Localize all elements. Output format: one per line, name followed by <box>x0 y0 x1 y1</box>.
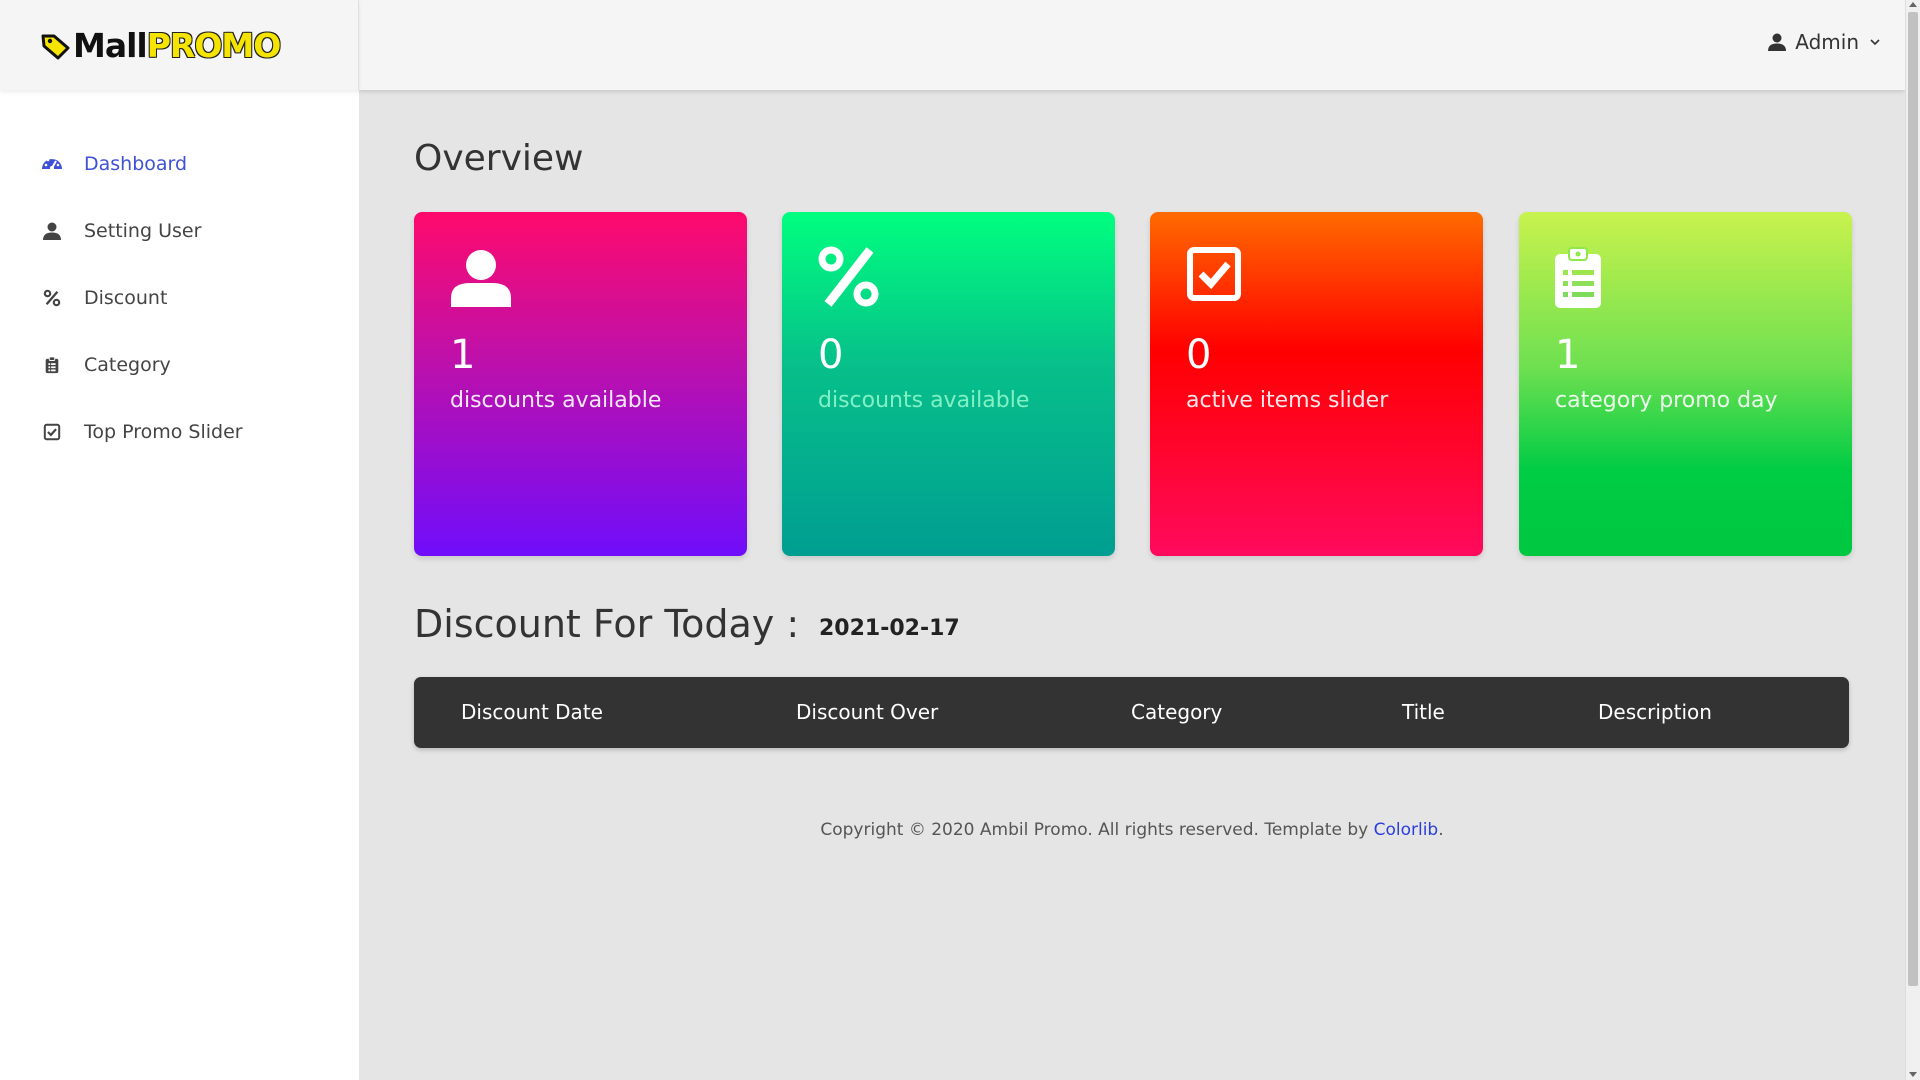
stat-label: discounts available <box>818 388 1030 413</box>
user-icon <box>451 250 511 307</box>
price-tag-icon <box>41 34 70 60</box>
user-icon <box>40 219 64 243</box>
scrollbar-thumb[interactable] <box>1908 12 1918 986</box>
stat-value: 1 <box>450 332 476 378</box>
logo-panel: MallPROMO <box>0 0 359 90</box>
sidebar-item-label: Discount <box>84 287 168 309</box>
brand-logo[interactable]: MallPROMO <box>40 26 282 65</box>
sidebar-item-top-promo-slider[interactable]: Top Promo Slider <box>40 420 243 444</box>
column-header-description[interactable]: Description <box>1598 700 1712 724</box>
colorlib-link[interactable]: Colorlib <box>1374 820 1439 840</box>
percent-icon <box>40 286 64 310</box>
column-header-category[interactable]: Category <box>1131 700 1222 724</box>
percent-icon <box>818 246 879 307</box>
stat-label: discounts available <box>450 388 662 413</box>
clipboard-list-icon <box>1555 247 1601 308</box>
column-header-discount-date[interactable]: Discount Date <box>461 700 603 724</box>
stat-value: 0 <box>818 332 844 378</box>
main-content: Overview 1 discounts available 0 discoun… <box>359 90 1905 1080</box>
sidebar: Dashboard Setting User Discount Category… <box>0 90 359 1080</box>
stat-card-discounts-available[interactable]: 1 discounts available <box>414 212 747 556</box>
sidebar-item-setting-user[interactable]: Setting User <box>40 219 201 243</box>
clipboard-list-icon <box>40 353 64 377</box>
top-header: Admin <box>359 0 1905 90</box>
footer-copyright: Copyright © 2020 Ambil Promo. All rights… <box>820 820 1374 840</box>
brand-name: MallPROMO <box>73 26 282 65</box>
sidebar-item-label: Setting User <box>84 220 202 242</box>
page-scrollbar[interactable] <box>1905 0 1920 1080</box>
brand-name-part2: PROMO <box>146 26 282 65</box>
admin-name: Admin <box>1795 30 1859 54</box>
stat-value: 1 <box>1555 332 1581 378</box>
sidebar-item-label: Category <box>84 354 171 376</box>
stat-label: active items slider <box>1186 388 1389 413</box>
dashboard-icon <box>40 152 64 176</box>
sidebar-item-label: Dashboard <box>84 153 188 175</box>
sidebar-item-dashboard[interactable]: Dashboard <box>40 152 187 176</box>
discount-table-header: Discount Date Discount Over Category Tit… <box>414 677 1849 748</box>
user-icon <box>1768 33 1787 51</box>
stat-card-active-items-slider[interactable]: 0 active items slider <box>1150 212 1483 556</box>
discount-today-heading: Discount For Today : <box>414 602 800 646</box>
scroll-up-arrow-icon[interactable] <box>1909 2 1917 7</box>
page-title: Overview <box>414 138 584 179</box>
stat-label: category promo day <box>1555 388 1778 413</box>
stat-card-category-promo-day[interactable]: 1 category promo day <box>1519 212 1852 556</box>
column-header-title[interactable]: Title <box>1402 700 1445 724</box>
footer-end: . <box>1438 820 1444 840</box>
chevron-down-icon <box>1870 39 1880 46</box>
brand-name-part1: Mall <box>73 26 148 65</box>
discount-today-date: 2021-02-17 <box>819 616 960 641</box>
check-square-icon <box>40 420 64 444</box>
check-square-icon <box>1187 247 1241 301</box>
column-header-discount-over[interactable]: Discount Over <box>796 700 938 724</box>
sidebar-item-category[interactable]: Category <box>40 353 171 377</box>
stat-value: 0 <box>1186 332 1212 378</box>
scroll-down-arrow-icon[interactable] <box>1909 1072 1917 1077</box>
sidebar-item-label: Top Promo Slider <box>84 421 243 443</box>
admin-menu-button[interactable]: Admin <box>1767 30 1881 54</box>
footer: Copyright © 2020 Ambil Promo. All rights… <box>359 820 1905 840</box>
stat-card-discounts[interactable]: 0 discounts available <box>782 212 1115 556</box>
sidebar-item-discount[interactable]: Discount <box>40 286 167 310</box>
